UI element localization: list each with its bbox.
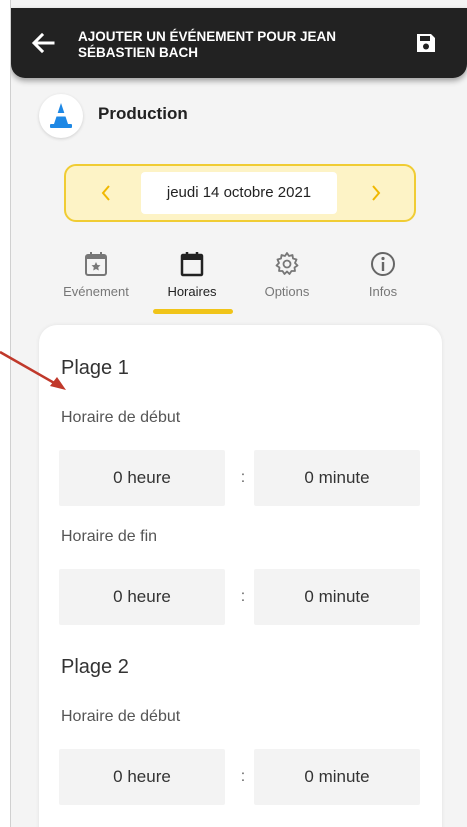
chevron-right-icon bbox=[372, 185, 381, 201]
start-hour-field[interactable]: 0 heure bbox=[59, 450, 225, 506]
tab-horaires[interactable]: Horaires bbox=[147, 250, 237, 299]
start-hour-field[interactable]: 0 heure bbox=[59, 749, 225, 805]
start-time-label: Horaire de début bbox=[61, 409, 181, 426]
category-label: Production bbox=[98, 104, 188, 123]
annotation-arrow bbox=[0, 350, 66, 390]
next-date-button[interactable] bbox=[356, 166, 396, 220]
calendar-icon bbox=[180, 252, 204, 277]
page-title: AJOUTER UN ÉVÉNEMENT POUR JEAN SÉBASTIEN… bbox=[78, 29, 337, 60]
end-minute-field[interactable]: 0 minute bbox=[254, 569, 420, 625]
calendar-star-icon bbox=[85, 252, 107, 276]
tab-label: Options bbox=[264, 284, 310, 299]
start-time-label: Horaire de début bbox=[61, 708, 181, 725]
tab-options[interactable]: Options bbox=[242, 250, 332, 299]
previous-date-button[interactable] bbox=[86, 166, 126, 220]
app-header: AJOUTER UN ÉVÉNEMENT POUR JEAN SÉBASTIEN… bbox=[11, 8, 467, 78]
traffic-cone-icon bbox=[50, 103, 72, 128]
end-hour-field[interactable]: 0 heure bbox=[59, 569, 225, 625]
tab-label: Infos bbox=[368, 284, 398, 299]
info-icon bbox=[371, 252, 395, 276]
save-icon[interactable] bbox=[415, 32, 437, 54]
start-minute-field[interactable]: 0 minute bbox=[254, 450, 420, 506]
tab-infos[interactable]: Infos bbox=[338, 250, 428, 299]
date-value[interactable]: jeudi 14 octobre 2021 bbox=[141, 172, 337, 214]
chevron-left-icon bbox=[101, 185, 110, 201]
category-avatar bbox=[39, 94, 83, 138]
end-time-label: Horaire de fin bbox=[61, 528, 158, 545]
time-ranges-card: Plage 1 Horaire de début 0 heure : 0 min… bbox=[39, 325, 442, 827]
time-separator: : bbox=[240, 588, 246, 605]
tab-label: Horaires bbox=[167, 284, 217, 299]
time-separator: : bbox=[240, 469, 246, 486]
time-separator: : bbox=[240, 768, 246, 785]
tab-evenement[interactable]: Evénement bbox=[51, 250, 141, 299]
date-picker: jeudi 14 octobre 2021 bbox=[64, 164, 416, 222]
active-tab-indicator bbox=[153, 309, 233, 314]
start-minute-field[interactable]: 0 minute bbox=[254, 749, 420, 805]
range-title: Plage 2 bbox=[61, 656, 129, 678]
gear-icon bbox=[275, 252, 299, 275]
arrow-left-icon[interactable] bbox=[31, 32, 55, 54]
app-screen: AJOUTER UN ÉVÉNEMENT POUR JEAN SÉBASTIEN… bbox=[10, 0, 467, 827]
tab-label: Evénement bbox=[63, 284, 129, 299]
